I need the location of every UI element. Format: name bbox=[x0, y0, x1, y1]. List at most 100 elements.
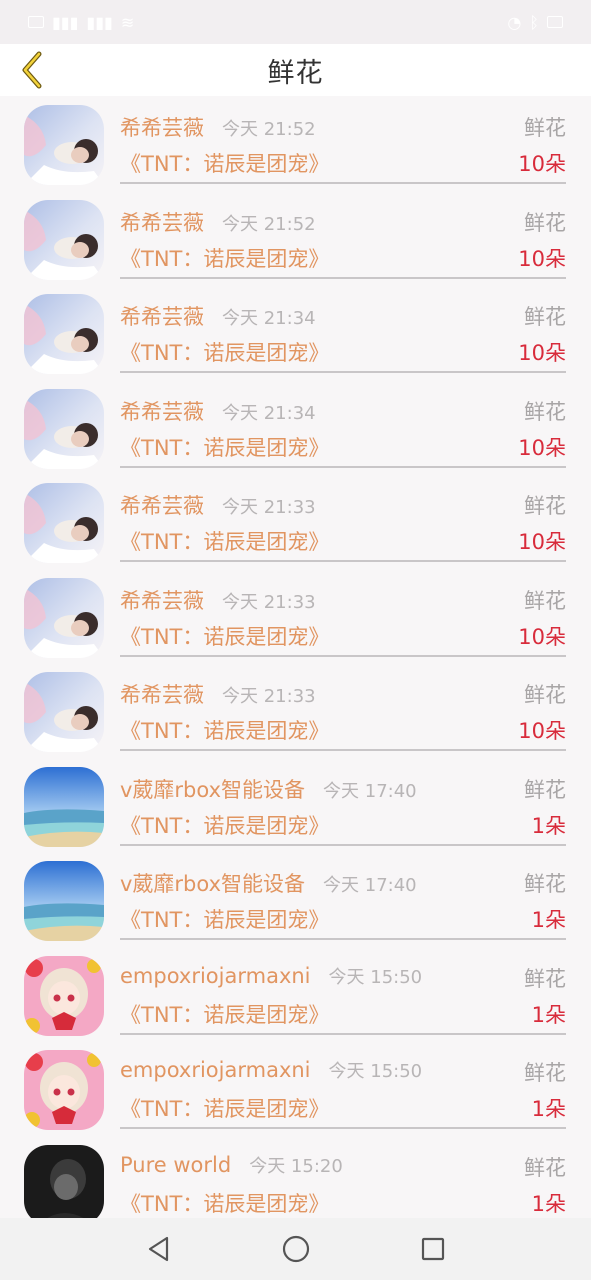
avatar[interactable] bbox=[24, 199, 104, 280]
book-title[interactable]: 《TNT：诺辰是团宠》 bbox=[120, 904, 329, 934]
gift-type: 鲜花 bbox=[524, 1061, 566, 1085]
list-item[interactable]: v葳靡rbox智能设备 今天 17:40 鲜花 《TNT：诺辰是团宠》 1朵 bbox=[0, 758, 591, 853]
list-item-content: 希希芸薇 今天 21:52 鲜花 《TNT：诺辰是团宠》 10朵 bbox=[120, 96, 566, 184]
timestamp: 今天 17:40 bbox=[323, 780, 417, 802]
sender-line: 希希芸薇 今天 21:52 bbox=[120, 112, 316, 142]
sender-name[interactable]: v葳靡rbox智能设备 bbox=[120, 778, 305, 802]
list-item[interactable]: 希希芸薇 今天 21:33 鲜花 《TNT：诺辰是团宠》 10朵 bbox=[0, 663, 591, 758]
signal-icon: ▮▮▮ bbox=[52, 12, 79, 32]
timestamp: 今天 21:33 bbox=[222, 591, 316, 613]
sender-name[interactable]: 希希芸薇 bbox=[120, 494, 204, 518]
gift-type: 鲜花 bbox=[524, 966, 566, 991]
chevron-left-icon bbox=[22, 51, 42, 89]
sender-line: 希希芸薇 今天 21:34 bbox=[120, 396, 316, 426]
nav-back-button[interactable] bbox=[139, 1229, 179, 1269]
signal-icon: ▮▮▮ bbox=[86, 12, 113, 32]
sender-name[interactable]: 希希芸薇 bbox=[120, 400, 204, 424]
alarm-icon: ◔ bbox=[507, 12, 522, 32]
list-item[interactable]: 希希芸薇 今天 21:34 鲜花 《TNT：诺辰是团宠》 10朵 bbox=[0, 380, 591, 475]
list-item[interactable]: empoxriojarmaxni 今天 15:50 鲜花 《TNT：诺辰是团宠》 … bbox=[0, 947, 591, 1042]
book-title[interactable]: 《TNT：诺辰是团宠》 bbox=[120, 715, 329, 745]
list-item-content: 希希芸薇 今天 21:33 鲜花 《TNT：诺辰是团宠》 10朵 bbox=[120, 474, 566, 562]
avatar[interactable] bbox=[24, 766, 104, 847]
nav-recents-button[interactable] bbox=[413, 1229, 453, 1269]
list-item[interactable]: 希希芸薇 今天 21:52 鲜花 《TNT：诺辰是团宠》 10朵 bbox=[0, 96, 591, 191]
gift-count: 1朵 bbox=[531, 1002, 566, 1027]
list-item-content: v葳靡rbox智能设备 今天 17:40 鲜花 《TNT：诺辰是团宠》 1朵 bbox=[120, 852, 566, 940]
book-title[interactable]: 《TNT：诺辰是团宠》 bbox=[120, 243, 329, 273]
sender-name[interactable]: 希希芸薇 bbox=[120, 589, 204, 613]
gift-count: 10朵 bbox=[518, 719, 566, 743]
gift-count: 10朵 bbox=[518, 246, 566, 271]
sender-line: 希希芸薇 今天 21:33 bbox=[120, 679, 316, 709]
list-item-content: 希希芸薇 今天 21:33 鲜花 《TNT：诺辰是团宠》 10朵 bbox=[120, 569, 566, 657]
sender-name[interactable]: Pure world bbox=[120, 1153, 231, 1177]
book-title[interactable]: 《TNT：诺辰是团宠》 bbox=[120, 337, 329, 367]
sender-name[interactable]: 希希芸薇 bbox=[120, 116, 204, 140]
avatar[interactable] bbox=[24, 105, 104, 185]
book-title[interactable]: 《TNT：诺辰是团宠》 bbox=[120, 1188, 329, 1218]
gift-type: 鲜花 bbox=[524, 872, 566, 896]
page-title: 鲜花 bbox=[267, 57, 324, 89]
sender-name[interactable]: 希希芸薇 bbox=[120, 683, 204, 707]
gift-count: 10朵 bbox=[518, 435, 566, 460]
book-title[interactable]: 《TNT：诺辰是团宠》 bbox=[120, 999, 329, 1029]
sender-line: 希希芸薇 今天 21:33 bbox=[120, 490, 316, 520]
gift-count: 1朵 bbox=[531, 813, 566, 838]
sender-name[interactable]: empoxriojarmaxni bbox=[120, 1058, 311, 1082]
sender-line: 希希芸薇 今天 21:52 bbox=[120, 207, 316, 237]
gift-count: 10朵 bbox=[518, 152, 566, 176]
timestamp: 今天 15:50 bbox=[328, 1061, 423, 1082]
avatar[interactable] bbox=[24, 388, 104, 469]
avatar[interactable] bbox=[24, 483, 104, 563]
book-title[interactable]: 《TNT：诺辰是团宠》 bbox=[120, 621, 329, 651]
bluetooth-icon: ᛒ bbox=[529, 12, 539, 32]
avatar[interactable] bbox=[24, 294, 104, 374]
sim-icon bbox=[28, 16, 44, 28]
avatar[interactable] bbox=[24, 955, 104, 1036]
nav-home-button[interactable] bbox=[276, 1229, 316, 1269]
book-title[interactable]: 《TNT：诺辰是团宠》 bbox=[120, 432, 329, 462]
list-item[interactable]: 希希芸薇 今天 21:33 鲜花 《TNT：诺辰是团宠》 10朵 bbox=[0, 569, 591, 664]
sender-name[interactable]: empoxriojarmaxni bbox=[120, 964, 311, 988]
timestamp: 今天 17:40 bbox=[323, 875, 417, 896]
avatar[interactable] bbox=[24, 1050, 104, 1130]
timestamp: 今天 21:34 bbox=[222, 308, 316, 329]
timestamp: 今天 21:34 bbox=[222, 402, 316, 424]
gift-count: 1朵 bbox=[531, 1191, 566, 1216]
book-title[interactable]: 《TNT：诺辰是团宠》 bbox=[120, 810, 329, 840]
timestamp: 今天 15:20 bbox=[249, 1155, 343, 1177]
avatar[interactable] bbox=[24, 861, 104, 941]
gift-type: 鲜花 bbox=[524, 777, 566, 802]
book-title[interactable]: 《TNT：诺辰是团宠》 bbox=[120, 526, 329, 556]
timestamp: 今天 21:52 bbox=[222, 213, 316, 235]
back-button[interactable] bbox=[12, 50, 52, 90]
gift-type: 鲜花 bbox=[524, 399, 566, 424]
gift-type: 鲜花 bbox=[524, 683, 566, 707]
sender-name[interactable]: 希希芸薇 bbox=[120, 211, 204, 235]
gift-count: 10朵 bbox=[518, 624, 566, 649]
timestamp: 今天 15:50 bbox=[328, 966, 423, 988]
list-item-content: 希希芸薇 今天 21:52 鲜花 《TNT：诺辰是团宠》 10朵 bbox=[120, 191, 566, 279]
list-item[interactable]: 希希芸薇 今天 21:52 鲜花 《TNT：诺辰是团宠》 10朵 bbox=[0, 191, 591, 286]
list-item[interactable]: 希希芸薇 今天 21:34 鲜花 《TNT：诺辰是团宠》 10朵 bbox=[0, 285, 591, 380]
avatar[interactable] bbox=[24, 672, 104, 752]
avatar[interactable] bbox=[24, 577, 104, 658]
gift-list[interactable]: 希希芸薇 今天 21:52 鲜花 《TNT：诺辰是团宠》 10朵 希希芸薇 今天 2… bbox=[0, 96, 591, 1218]
list-item[interactable]: Pure world 今天 15:20 鲜花 《TNT：诺辰是团宠》 1朵 bbox=[0, 1136, 591, 1218]
list-item-content: empoxriojarmaxni 今天 15:50 鲜花 《TNT：诺辰是团宠》 … bbox=[120, 947, 566, 1035]
sender-line: empoxriojarmaxni 今天 15:50 bbox=[120, 1057, 422, 1083]
avatar[interactable] bbox=[24, 1144, 104, 1218]
list-item[interactable]: empoxriojarmaxni 今天 15:50 鲜花 《TNT：诺辰是团宠》 … bbox=[0, 1041, 591, 1136]
status-bar: ▮▮▮ ▮▮▮ ≋ ◔ ᛒ bbox=[0, 0, 591, 44]
square-recents-icon bbox=[421, 1237, 444, 1261]
sender-name[interactable]: 希希芸薇 bbox=[120, 305, 204, 329]
list-item[interactable]: 希希芸薇 今天 21:33 鲜花 《TNT：诺辰是团宠》 10朵 bbox=[0, 474, 591, 569]
list-item[interactable]: v葳靡rbox智能设备 今天 17:40 鲜花 《TNT：诺辰是团宠》 1朵 bbox=[0, 852, 591, 947]
wifi-icon: ≋ bbox=[120, 12, 135, 32]
status-right-icons: ◔ ᛒ bbox=[507, 13, 563, 32]
book-title[interactable]: 《TNT：诺辰是团宠》 bbox=[120, 1093, 329, 1123]
book-title[interactable]: 《TNT：诺辰是团宠》 bbox=[120, 148, 329, 178]
gift-count: 1朵 bbox=[531, 1097, 566, 1121]
sender-name[interactable]: v葳靡rbox智能设备 bbox=[120, 872, 305, 896]
